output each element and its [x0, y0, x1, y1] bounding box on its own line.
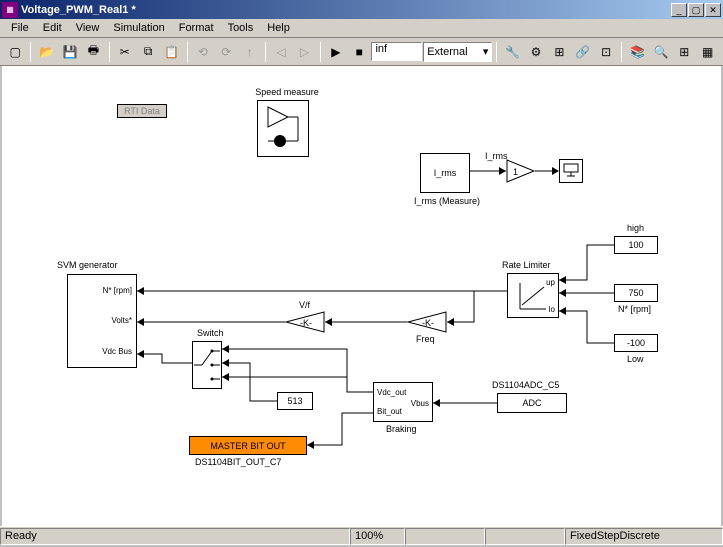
window-title: Voltage_PWM_Real1 *: [21, 4, 671, 16]
wires: [2, 66, 721, 526]
cut-icon[interactable]: ✂: [114, 41, 136, 63]
model-icon[interactable]: ▦: [697, 41, 719, 63]
status-solver: FixedStepDiscrete: [565, 528, 723, 545]
status-bar: Ready 100% FixedStepDiscrete: [0, 526, 723, 545]
build2-icon[interactable]: ⚙: [525, 41, 547, 63]
paste-icon[interactable]: 📋: [160, 41, 182, 63]
app-icon: ▦: [2, 2, 18, 18]
save-icon[interactable]: 💾: [59, 41, 81, 63]
menu-simulation[interactable]: Simulation: [106, 20, 171, 36]
mode-select[interactable]: External ▾: [423, 42, 492, 62]
tune-icon[interactable]: ⊞: [548, 41, 570, 63]
redo-icon[interactable]: ⟳: [215, 41, 237, 63]
library-icon[interactable]: 📚: [626, 41, 648, 63]
maximize-button[interactable]: ▢: [688, 3, 704, 17]
up-icon[interactable]: ↑: [239, 41, 261, 63]
status-empty1: [405, 528, 485, 545]
menu-edit[interactable]: Edit: [36, 20, 69, 36]
open-icon[interactable]: 📂: [35, 41, 57, 63]
new-icon[interactable]: ▢: [4, 41, 26, 63]
nav-fwd-icon[interactable]: ▷: [293, 41, 315, 63]
menu-format[interactable]: Format: [172, 20, 221, 36]
nav-back-icon[interactable]: ◁: [270, 41, 292, 63]
mode-select-value: External: [427, 46, 467, 58]
model-canvas[interactable]: RTI Data Speed measure I_rms I_rms (Meas…: [2, 66, 721, 526]
undo-icon[interactable]: ⟲: [192, 41, 214, 63]
status-zoom: 100%: [350, 528, 405, 545]
minimize-button[interactable]: _: [671, 3, 687, 17]
status-empty2: [485, 528, 565, 545]
print-icon[interactable]: 🖶: [82, 41, 104, 63]
debug-icon[interactable]: ⊞: [673, 41, 695, 63]
chevron-down-icon: ▾: [483, 45, 489, 58]
run-icon[interactable]: ▶: [325, 41, 347, 63]
build-icon[interactable]: 🔧: [501, 41, 523, 63]
menu-tools[interactable]: Tools: [221, 20, 261, 36]
menu-file[interactable]: File: [4, 20, 36, 36]
menu-view[interactable]: View: [69, 20, 107, 36]
find-icon[interactable]: 🔍: [650, 41, 672, 63]
stop-icon[interactable]: ■: [348, 41, 370, 63]
status-ready: Ready: [0, 528, 350, 545]
target-icon[interactable]: ⊡: [595, 41, 617, 63]
close-button[interactable]: ✕: [705, 3, 721, 17]
menu-bar: File Edit View Simulation Format Tools H…: [0, 19, 723, 38]
toolbar: ▢ 📂 💾 🖶 ✂ ⧉ 📋 ⟲ ⟳ ↑ ◁ ▷ ▶ ■ inf External…: [0, 38, 723, 66]
title-bar: ▦ Voltage_PWM_Real1 * _ ▢ ✕: [0, 0, 723, 19]
copy-icon[interactable]: ⧉: [137, 41, 159, 63]
connect-icon[interactable]: 🔗: [572, 41, 594, 63]
menu-help[interactable]: Help: [260, 20, 297, 36]
stoptime-input[interactable]: inf: [371, 42, 422, 61]
